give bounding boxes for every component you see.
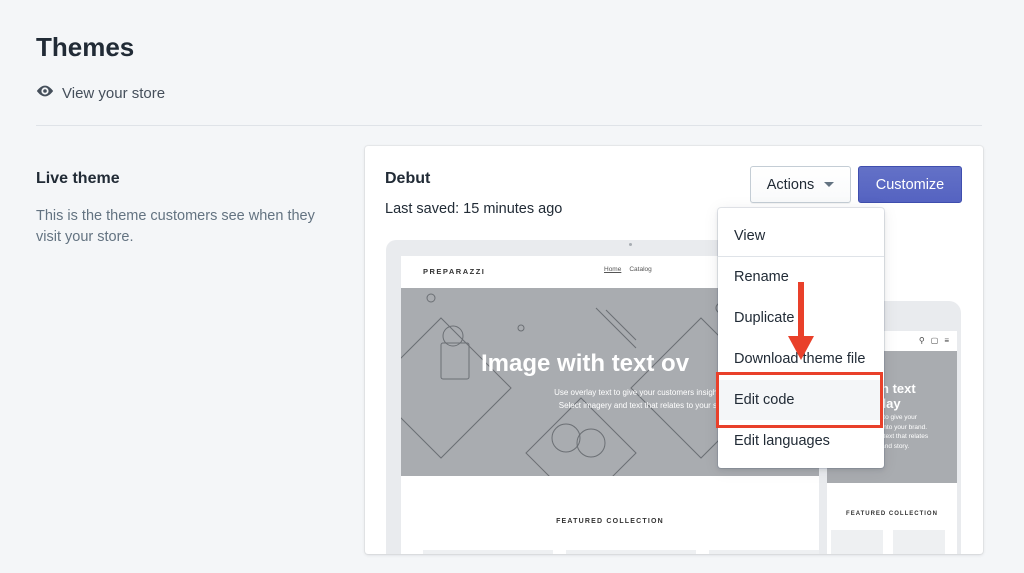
mobile-featured-heading: FEATURED COLLECTION <box>846 511 938 517</box>
cart-icon: ▢ <box>930 336 939 345</box>
product-card <box>709 550 819 554</box>
product-card <box>423 550 553 554</box>
search-icon: ⚲ <box>918 336 925 345</box>
theme-card: Debut Last saved: 15 minutes ago Actions… <box>365 146 983 554</box>
view-store-link[interactable]: View your store <box>36 82 165 104</box>
camera-dot <box>629 243 632 246</box>
last-saved-text: Last saved: 15 minutes ago <box>385 201 563 217</box>
caret-down-icon <box>824 182 835 187</box>
menu-icon: ≡ <box>944 336 949 345</box>
store-nav: Home Catalog <box>604 266 652 273</box>
page-title: Themes <box>36 32 135 62</box>
product-card <box>566 550 696 554</box>
mobile-product-card <box>831 530 883 554</box>
actions-label: Actions <box>766 176 815 193</box>
mobile-header-icons: ⚲ ▢ ≡ <box>919 336 949 345</box>
customize-button[interactable]: Customize <box>858 166 962 203</box>
section-divider <box>36 125 982 126</box>
theme-name: Debut <box>385 170 431 187</box>
eye-icon <box>36 82 54 104</box>
live-theme-description: This is the theme customers see when the… <box>36 208 315 245</box>
arrow-down-icon <box>788 282 814 360</box>
hero-title: Image with text ov <box>481 350 690 377</box>
featured-collection-heading: FEATURED COLLECTION <box>556 518 664 525</box>
edit-code-highlight-box <box>716 372 883 428</box>
menu-item-view[interactable]: View <box>718 216 884 256</box>
mobile-product-card <box>893 530 945 554</box>
view-store-label: View your store <box>62 84 166 102</box>
store-nav-home: Home <box>604 266 622 273</box>
store-nav-catalog: Catalog <box>629 266 652 273</box>
live-theme-heading: Live theme <box>36 170 120 187</box>
store-logo: PREPARAZZI <box>423 267 486 276</box>
actions-button[interactable]: Actions <box>750 166 851 203</box>
